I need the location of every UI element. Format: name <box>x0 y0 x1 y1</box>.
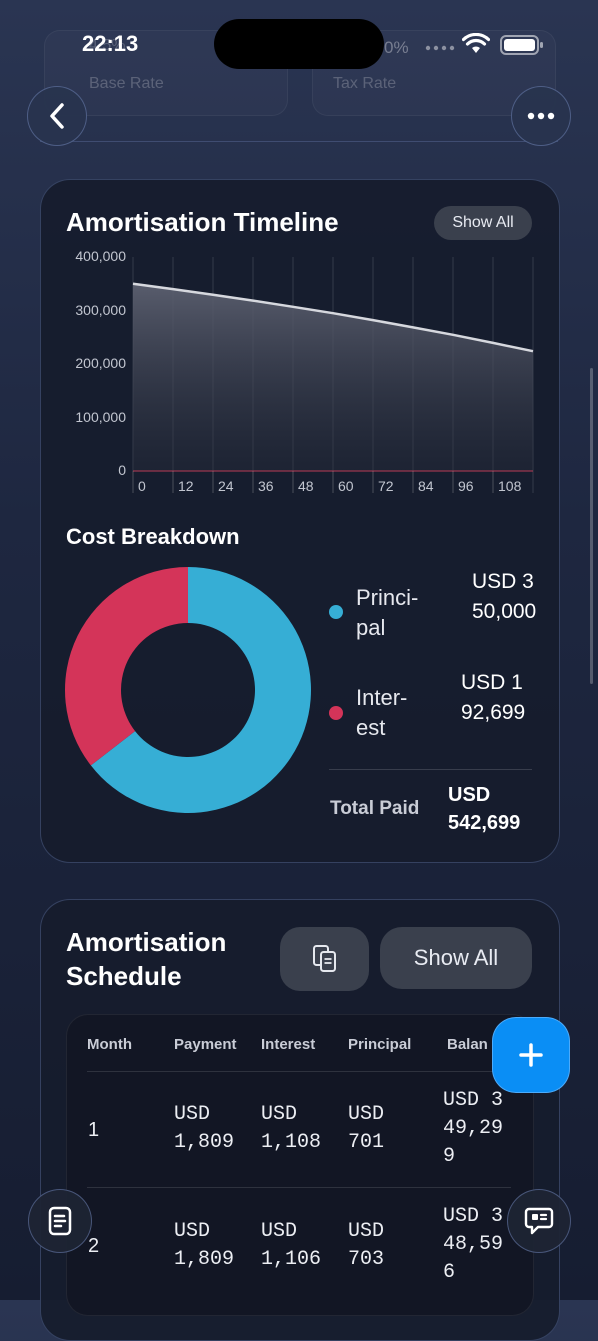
x-tick-label: 60 <box>338 478 354 494</box>
copy-icon <box>312 945 336 972</box>
y-tick-label: 0 <box>118 462 126 478</box>
document-list-icon <box>48 1206 72 1236</box>
interest-legend-label: Inter-est <box>356 685 408 740</box>
col-header-payment: Payment <box>174 1036 237 1053</box>
cost-donut-chart <box>65 567 311 813</box>
total-paid-value: 542,699 <box>448 812 521 834</box>
cell-month: 1 <box>88 1119 100 1141</box>
total-paid-label: Total Paid <box>330 798 420 819</box>
interest-legend-dot <box>329 706 343 720</box>
scrollbar[interactable] <box>590 368 593 684</box>
summary-button[interactable] <box>28 1189 92 1253</box>
y-tick-label: 300,000 <box>75 301 126 318</box>
total-paid-currency: USD <box>448 784 491 806</box>
cell-balance: USD 349,299 <box>443 1089 504 1168</box>
cell-interest: USD 1,108 <box>261 1103 322 1154</box>
interest-slice <box>65 567 188 766</box>
breakdown-divider <box>329 769 532 770</box>
col-header-principal: Principal <box>348 1036 412 1053</box>
col-header-balance: Balan <box>447 1036 488 1053</box>
x-tick-label: 0 <box>138 478 146 494</box>
copy-schedule-button[interactable] <box>280 927 369 991</box>
interest-legend-value: USD 192,699 <box>461 671 526 724</box>
y-tick-label: 400,000 <box>75 248 126 264</box>
add-fab-button[interactable] <box>492 1017 570 1093</box>
cell-principal: USD 703 <box>348 1220 385 1271</box>
schedule-show-all-button[interactable]: Show All <box>380 927 532 989</box>
cell-interest: USD 1,106 <box>261 1220 322 1271</box>
table-row-divider <box>87 1187 511 1188</box>
plus-icon <box>519 1043 543 1067</box>
x-tick-label: 12 <box>178 478 194 494</box>
x-tick-label: 84 <box>418 478 434 494</box>
chat-bubble-icon <box>524 1207 554 1235</box>
x-tick-label: 96 <box>458 478 474 494</box>
col-header-interest: Interest <box>261 1036 316 1053</box>
schedule-title-line2: Schedule <box>66 961 182 991</box>
cell-month: 2 <box>88 1235 100 1257</box>
chat-button[interactable] <box>507 1189 571 1253</box>
principal-legend-value: USD 350,000 <box>472 570 537 623</box>
x-tick-label: 48 <box>298 478 314 494</box>
cell-payment: USD 1,809 <box>174 1220 235 1271</box>
cell-principal: USD 701 <box>348 1103 385 1154</box>
cell-payment: USD 1,809 <box>174 1103 235 1154</box>
y-tick-label: 200,000 <box>75 355 126 371</box>
x-tick-label: 36 <box>258 478 274 494</box>
x-tick-label: 108 <box>498 478 522 494</box>
breakdown-title: Cost Breakdown <box>66 524 240 549</box>
y-tick-label: 100,000 <box>75 408 126 425</box>
col-header-month: Month <box>87 1036 132 1053</box>
principal-legend-dot <box>329 605 343 619</box>
principal-legend-label: Princi-pal <box>356 585 419 640</box>
table-header-divider <box>87 1071 511 1072</box>
x-tick-label: 72 <box>378 478 394 494</box>
cell-balance: USD 348,596 <box>443 1205 504 1284</box>
x-tick-label: 24 <box>218 478 234 494</box>
schedule-title-line1: Amortisation <box>66 927 227 957</box>
